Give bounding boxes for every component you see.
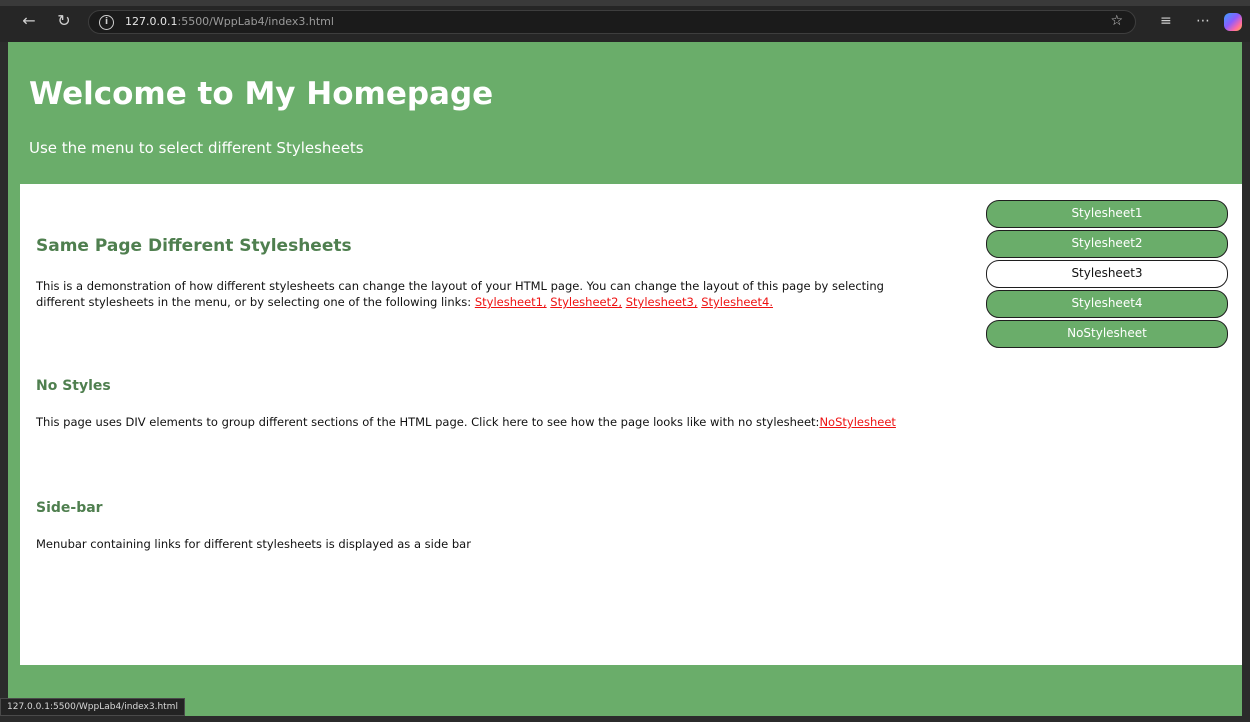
page-title: Welcome to My Homepage	[29, 76, 494, 112]
reload-icon[interactable]: ↻	[53, 10, 75, 32]
link-nostylesheet[interactable]: NoStylesheet	[819, 415, 895, 429]
menu-item-stylesheet1[interactable]: Stylesheet1	[986, 200, 1228, 228]
info-icon[interactable]: i	[99, 15, 114, 30]
main-content: Same Page Different Stylesheets This is …	[20, 184, 1242, 665]
menu-item-stylesheet3[interactable]: Stylesheet3	[986, 260, 1228, 288]
url-path: :5500/WppLab4/index3.html	[177, 15, 334, 28]
favorites-icon[interactable]: ≡	[1160, 10, 1172, 32]
intro-line-2: different stylesheets in the menu, or by…	[36, 295, 475, 309]
main-heading: Same Page Different Stylesheets	[36, 236, 352, 256]
page-body: Welcome to My Homepage Use the menu to s…	[8, 42, 1242, 716]
tab-strip	[0, 0, 1250, 6]
no-styles-text: This page uses DIV elements to group dif…	[36, 415, 820, 429]
url-host: 127.0.0.1	[125, 15, 178, 28]
stylesheet-menu: Stylesheet1 Stylesheet2 Stylesheet3 Styl…	[986, 200, 1228, 350]
copilot-icon[interactable]	[1224, 13, 1242, 31]
link-stylesheet2[interactable]: Stylesheet2,	[550, 295, 622, 309]
intro-line-1: This is a demonstration of how different…	[36, 279, 884, 293]
address-bar[interactable]: i 127.0.0.1:5500/WppLab4/index3.html ☆	[88, 10, 1136, 34]
star-icon[interactable]: ☆	[1110, 13, 1123, 29]
link-stylesheet1[interactable]: Stylesheet1,	[475, 295, 547, 309]
intro-paragraph: This is a demonstration of how different…	[36, 278, 884, 310]
back-arrow-icon[interactable]: ←	[18, 10, 40, 32]
address-url: 127.0.0.1:5500/WppLab4/index3.html	[125, 15, 334, 28]
menu-item-stylesheet4[interactable]: Stylesheet4	[986, 290, 1228, 318]
page-subtitle: Use the menu to select different Stylesh…	[29, 139, 364, 157]
sidebar-heading: Side-bar	[36, 500, 103, 516]
footer-text: This is the footer of the page	[538, 640, 712, 654]
more-icon[interactable]: ⋯	[1196, 10, 1210, 32]
no-styles-paragraph: This page uses DIV elements to group dif…	[36, 414, 896, 430]
menu-item-stylesheet2[interactable]: Stylesheet2	[986, 230, 1228, 258]
status-bar-url: 127.0.0.1:5500/WppLab4/index3.html	[0, 698, 185, 716]
sidebar-paragraph: Menubar containing links for different s…	[36, 537, 471, 551]
no-styles-heading: No Styles	[36, 378, 111, 394]
link-stylesheet3[interactable]: Stylesheet3,	[626, 295, 698, 309]
link-stylesheet4[interactable]: Stylesheet4.	[701, 295, 773, 309]
browser-toolbar: ← ↻ i 127.0.0.1:5500/WppLab4/index3.html…	[0, 0, 1250, 42]
menu-item-nostylesheet[interactable]: NoStylesheet	[986, 320, 1228, 348]
